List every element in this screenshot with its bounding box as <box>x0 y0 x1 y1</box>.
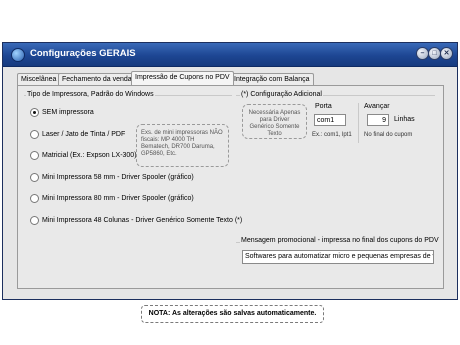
radio-icon[interactable] <box>30 173 39 182</box>
option-label: Matricial (Ex.: Expson LX-300) <box>42 152 137 159</box>
advance-label: Avançar <box>364 103 390 110</box>
option-label: Mini Impressora 58 mm - Driver Spooler (… <box>42 174 194 181</box>
autosave-note: NOTA: As alterações são salvas automatic… <box>141 305 324 323</box>
option-label: Mini Impressora 80 mm - Driver Spooler (… <box>42 195 194 202</box>
radio-icon[interactable] <box>30 194 39 203</box>
option-sem-impressora[interactable]: SEM impressora <box>30 108 94 117</box>
tab-fechamento-venda[interactable]: Fechamento da venda <box>58 73 136 85</box>
promo-message-input[interactable]: Softwares para automatizar micro e peque… <box>242 250 434 264</box>
settings-window: Configurações GERAIS – □ ✕ Miscelânea Fe… <box>2 42 458 323</box>
advance-unit-label: Linhas <box>394 116 415 123</box>
title-bar[interactable]: Configurações GERAIS – □ ✕ <box>3 43 457 67</box>
window-title: Configurações GERAIS <box>30 48 136 59</box>
app-icon <box>11 48 25 62</box>
option-label: Mini Impressora 48 Colunas - Driver Gené… <box>42 217 243 224</box>
radio-icon[interactable] <box>30 151 39 160</box>
radio-selected-icon[interactable] <box>30 108 39 117</box>
minimize-icon: – <box>420 50 425 57</box>
option-laser-jato[interactable]: Laser / Jato de Tinta / PDF <box>30 130 125 139</box>
printer-group-title: Tipo de Impressora, Padrão do Windows <box>26 91 155 98</box>
printer-examples-note: Exs. de mini impressoras NÃO fiscais: MP… <box>136 124 229 167</box>
option-label: Laser / Jato de Tinta / PDF <box>42 131 126 138</box>
additional-config-title: (*) Configuração Adicional <box>240 91 323 98</box>
radio-icon[interactable] <box>30 130 39 139</box>
advance-hint: No final do cupom <box>364 132 413 138</box>
radio-icon[interactable] <box>30 216 39 225</box>
tab-impressao-cupons[interactable]: Impressão de Cupons no PDV <box>131 71 234 85</box>
port-input[interactable]: com1 <box>314 114 346 126</box>
tab-panel: Tipo de Impressora, Padrão do Windows SE… <box>17 85 444 289</box>
tab-miscelanea[interactable]: Miscelânea <box>17 73 61 85</box>
port-label: Porta <box>315 103 332 110</box>
restore-icon: □ <box>432 50 437 57</box>
tab-integracao-balanca[interactable]: Integração com Balança <box>230 73 314 85</box>
option-mini-80mm[interactable]: Mini Impressora 80 mm - Driver Spooler (… <box>30 194 194 203</box>
option-label: SEM impressora <box>42 109 94 116</box>
promo-title: Mensagem promocional - impressa no final… <box>240 237 440 244</box>
option-matricial[interactable]: Matricial (Ex.: Expson LX-300) <box>30 151 137 160</box>
option-mini-48-colunas[interactable]: Mini Impressora 48 Colunas - Driver Gené… <box>30 216 242 225</box>
close-icon: ✕ <box>443 50 450 57</box>
option-mini-58mm[interactable]: Mini Impressora 58 mm - Driver Spooler (… <box>30 173 194 182</box>
advance-lines-input[interactable]: 9 <box>367 114 389 126</box>
config-divider <box>358 103 359 143</box>
generic-driver-note: Necessária Apenas para Driver Genérico S… <box>242 104 307 139</box>
port-hint: Ex.: com1, lpt1 <box>312 132 352 138</box>
close-button[interactable]: ✕ <box>440 47 453 60</box>
